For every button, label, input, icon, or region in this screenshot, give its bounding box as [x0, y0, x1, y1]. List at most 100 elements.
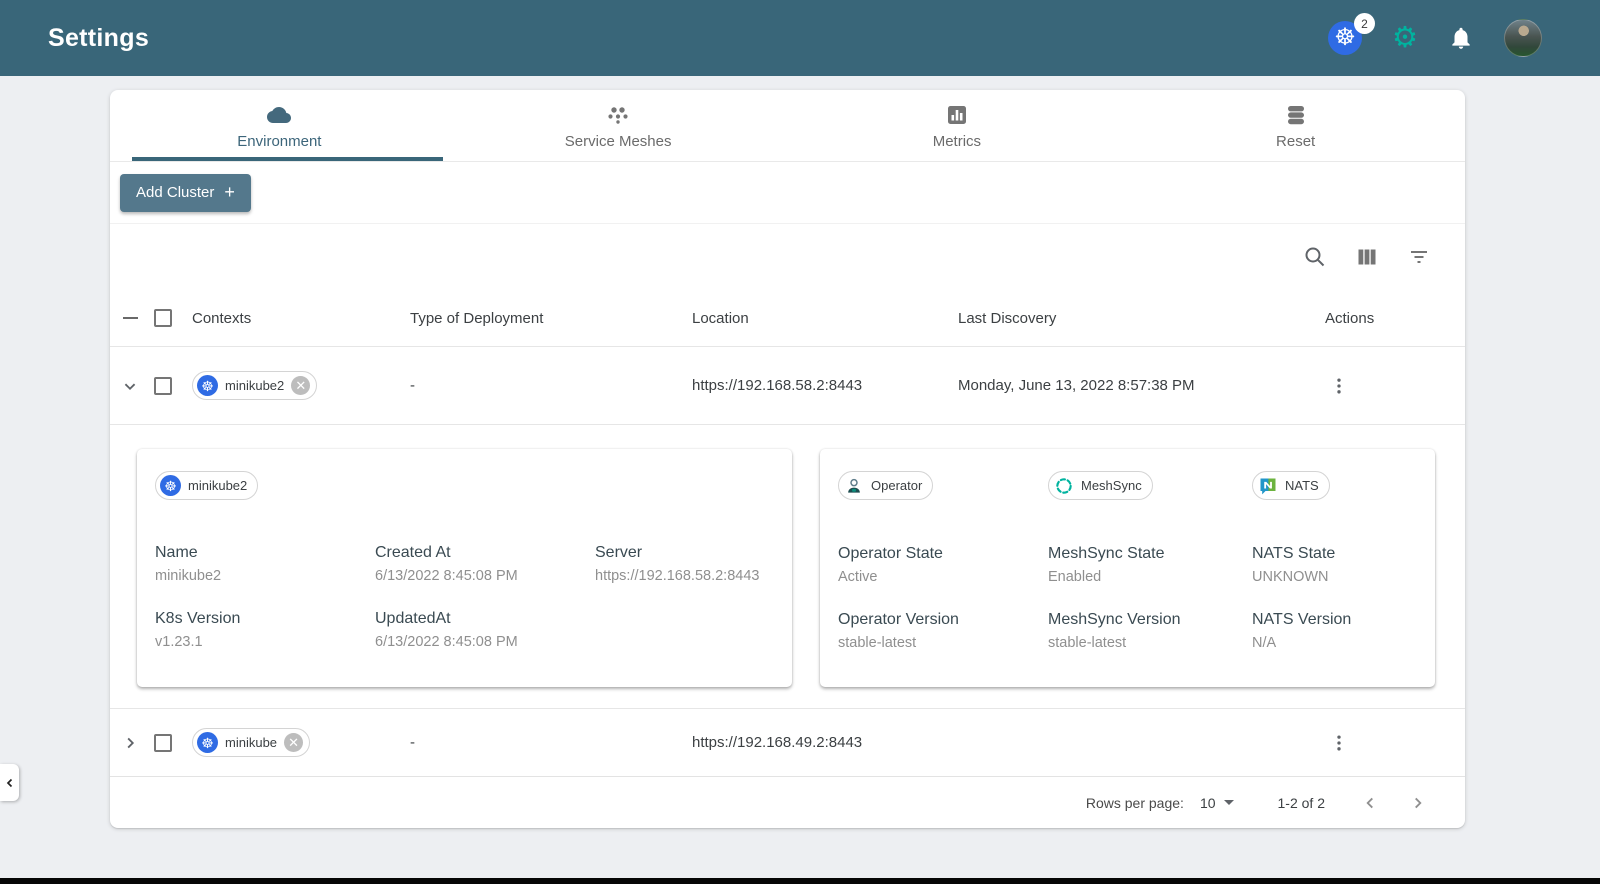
actions-bar: Add Cluster + [110, 162, 1465, 224]
cloud-icon [264, 102, 294, 128]
type-of-deployment-cell: - [410, 377, 415, 394]
rows-per-page-select[interactable]: 10 [1200, 795, 1234, 811]
field-created-at: Created At 6/13/2022 8:45:08 PM [375, 544, 518, 584]
cluster-fields: Name minikube2 Created At 6/13/2022 8:45… [155, 544, 774, 650]
sidebar-collapse-handle[interactable] [0, 764, 19, 801]
tab-label: Environment [237, 132, 322, 150]
bar-chart-icon [945, 102, 969, 128]
field-updated-at: UpdatedAt 6/13/2022 8:45:08 PM [375, 610, 518, 650]
select-all-checkbox[interactable] [154, 309, 172, 327]
context-count-badge: 2 [1354, 13, 1375, 34]
plus-icon: + [224, 182, 235, 202]
settings-card: Environment Service Meshes Metrics Reset… [110, 90, 1465, 828]
field-k8s-version: K8s Version v1.23.1 [155, 610, 241, 650]
collapse-all-icon [122, 317, 138, 319]
field-name: Name minikube2 [155, 544, 222, 584]
filter-icon[interactable] [1405, 243, 1433, 271]
kubernetes-context-switcher-button[interactable]: ☸ 2 [1328, 13, 1375, 55]
database-icon [1284, 102, 1308, 128]
next-page-button[interactable] [1405, 790, 1431, 816]
mesh-icon [605, 102, 631, 128]
nats-logo-icon [1257, 475, 1278, 496]
context-cell: ☸ minikube ✕ [192, 728, 410, 757]
row-actions-kebab-icon[interactable] [1325, 372, 1353, 400]
chip-label: minikube [225, 735, 278, 750]
context-chip-minikube2[interactable]: ☸ minikube2 ✕ [192, 371, 318, 400]
context-chip-minikube[interactable]: ☸ minikube ✕ [192, 728, 311, 757]
chip-label: MeshSync [1081, 478, 1142, 493]
operator-info-card: Operator MeshSync NATS Operator State Ac… [820, 449, 1435, 687]
chip-delete-icon[interactable]: ✕ [284, 733, 304, 752]
field-meshsync-state: MeshSync State Enabled [1048, 544, 1165, 585]
tab-label: Service Meshes [564, 132, 672, 150]
row-actions-kebab-icon[interactable] [1325, 729, 1353, 757]
column-header-type-of-deployment[interactable]: Type of Deployment [410, 310, 692, 327]
field-operator-version: Operator Version stable-latest [838, 610, 959, 651]
column-header-actions[interactable]: Actions [1313, 310, 1465, 327]
meshsync-chip[interactable]: MeshSync [1048, 471, 1153, 500]
table-header-row: Contexts Type of Deployment Location Las… [110, 290, 1465, 346]
column-header-last-discovery[interactable]: Last Discovery [958, 310, 1313, 327]
last-discovery-cell: Monday, June 13, 2022 8:57:38 PM [958, 377, 1195, 394]
nats-chip[interactable]: NATS [1252, 471, 1330, 500]
tab-label: Reset [1276, 132, 1316, 150]
operator-chips-row: Operator MeshSync NATS [838, 471, 1417, 501]
location-cell: https://192.168.58.2:8443 [692, 377, 863, 394]
previous-page-button[interactable] [1357, 790, 1383, 816]
view-columns-icon[interactable] [1353, 243, 1381, 271]
rows-per-page-value: 10 [1199, 794, 1216, 811]
header-icons: ☸ 2 ⚙ [1328, 13, 1542, 57]
expand-row-icon[interactable] [110, 732, 150, 754]
chip-label: Operator [871, 478, 923, 493]
kubernetes-icon: ☸ [197, 732, 218, 753]
notifications-bell-icon[interactable] [1448, 25, 1474, 51]
operator-fields: Operator State Active MeshSync State Ena… [838, 545, 1417, 651]
window-bottom-edge [0, 878, 1600, 884]
row-checkbox[interactable] [154, 376, 172, 395]
settings-gear-icon[interactable]: ⚙ [1392, 23, 1418, 53]
field-server: Server https://192.168.58.2:8443 [595, 544, 760, 584]
add-cluster-label: Add Cluster [136, 184, 215, 201]
operator-person-icon [843, 475, 864, 496]
type-of-deployment-cell: - [410, 734, 415, 751]
field-operator-state: Operator State Active [838, 544, 943, 585]
search-icon[interactable] [1301, 243, 1329, 271]
tab-label: Metrics [932, 132, 982, 150]
kubernetes-icon: ☸ [1334, 24, 1356, 51]
pagination-range: 1-2 of 2 [1277, 794, 1325, 811]
column-header-contexts[interactable]: Contexts [192, 310, 410, 327]
table-row-minikube2: ☸ minikube2 ✕ - https://192.168.58.2:844… [110, 346, 1465, 424]
page-title: Settings [48, 23, 150, 52]
table-row-minikube: ☸ minikube ✕ - https://192.168.49.2:8443 [110, 708, 1465, 776]
table-pagination: Rows per page: 10 1-2 of 2 [110, 776, 1465, 828]
chip-label: minikube2 [225, 378, 285, 393]
field-nats-state: NATS State UNKNOWN [1252, 544, 1336, 585]
operator-chip[interactable]: Operator [838, 471, 934, 500]
field-nats-version: NATS Version N/A [1252, 610, 1352, 651]
row-checkbox[interactable] [154, 733, 172, 752]
cluster-info-card: ☸ minikube2 Name minikube2 Created At 6/… [137, 449, 792, 687]
chip-label: NATS [1285, 478, 1319, 493]
collapse-row-icon[interactable] [110, 375, 150, 397]
column-header-location[interactable]: Location [692, 310, 958, 327]
rows-per-page-label: Rows per page: [1085, 794, 1184, 811]
tab-service-meshes[interactable]: Service Meshes [449, 90, 788, 161]
tab-environment[interactable]: Environment [110, 90, 449, 161]
user-avatar[interactable] [1504, 19, 1542, 57]
chip-label: minikube2 [188, 478, 248, 493]
context-cell: ☸ minikube2 ✕ [192, 371, 410, 400]
kubernetes-icon: ☸ [197, 375, 218, 396]
field-meshsync-version: MeshSync Version stable-latest [1048, 610, 1181, 651]
app-header: Settings ☸ 2 ⚙ [0, 0, 1600, 76]
kubernetes-icon: ☸ [160, 475, 181, 496]
meshsync-icon [1053, 475, 1074, 496]
tab-metrics[interactable]: Metrics [788, 90, 1127, 161]
chip-delete-icon[interactable]: ✕ [291, 376, 311, 395]
dropdown-caret-icon [1223, 800, 1234, 805]
tab-reset[interactable]: Reset [1126, 90, 1465, 161]
settings-tabs: Environment Service Meshes Metrics Reset [110, 90, 1465, 162]
add-cluster-button[interactable]: Add Cluster + [120, 173, 251, 212]
cluster-chip-minikube2[interactable]: ☸ minikube2 [155, 471, 259, 500]
cluster-detail-panel: ☸ minikube2 Name minikube2 Created At 6/… [110, 424, 1465, 708]
location-cell: https://192.168.49.2:8443 [692, 734, 863, 751]
